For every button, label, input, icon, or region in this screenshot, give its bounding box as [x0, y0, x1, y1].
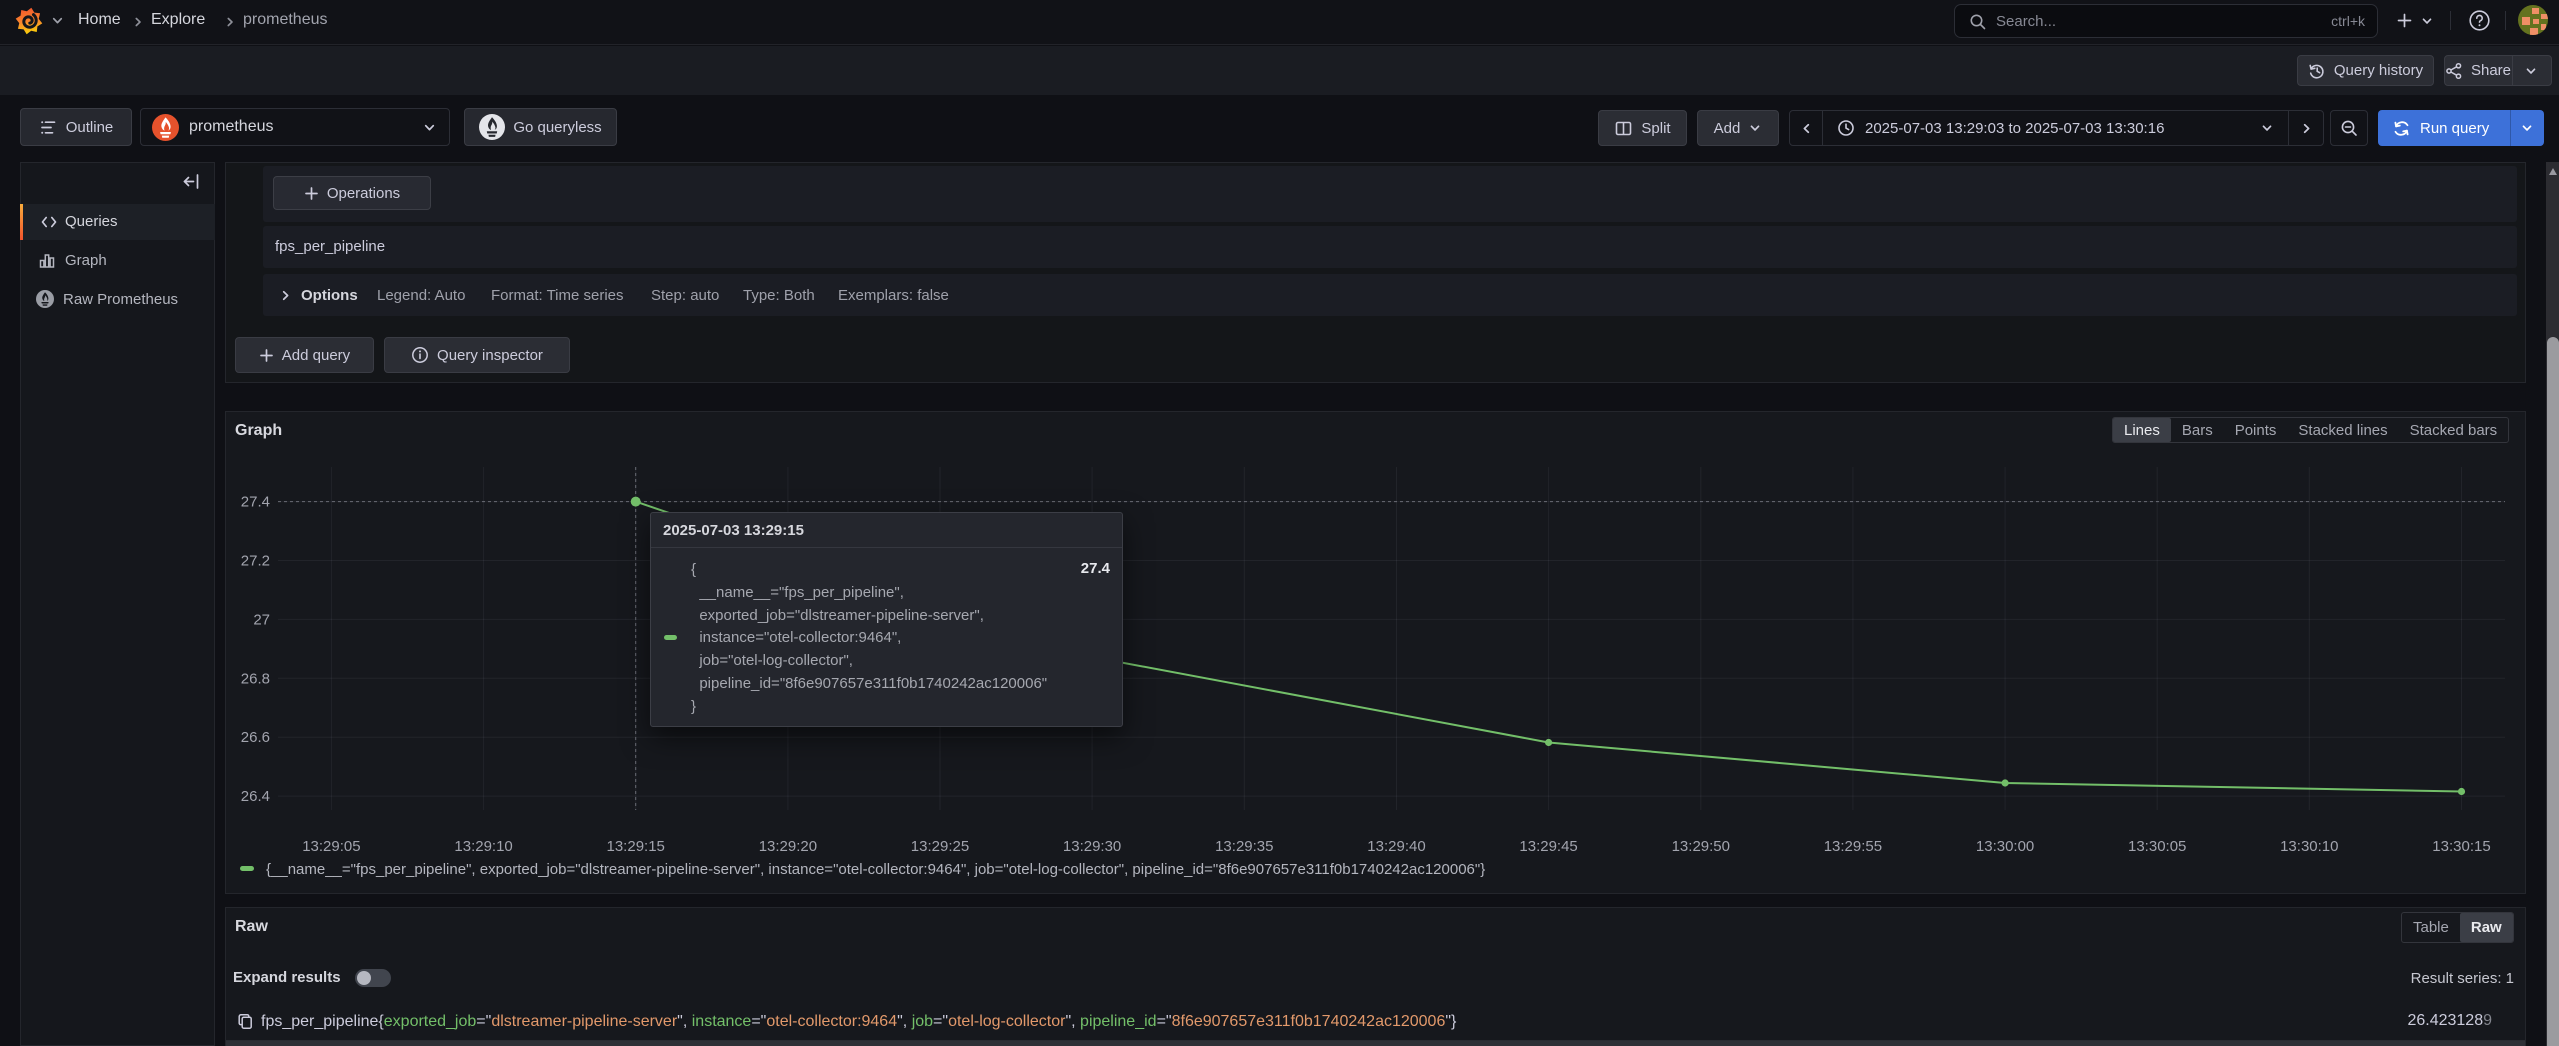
- svg-text:13:29:25: 13:29:25: [911, 838, 969, 855]
- svg-text:13:30:00: 13:30:00: [1976, 838, 2034, 855]
- svg-text:26.4: 26.4: [241, 788, 270, 805]
- svg-text:26.8: 26.8: [241, 670, 270, 687]
- svg-text:13:30:10: 13:30:10: [2280, 838, 2338, 855]
- svg-text:13:29:35: 13:29:35: [1215, 838, 1273, 855]
- svg-text:13:29:05: 13:29:05: [302, 838, 360, 855]
- svg-text:13:30:15: 13:30:15: [2432, 838, 2490, 855]
- svg-text:13:29:20: 13:29:20: [759, 838, 817, 855]
- svg-text:13:29:45: 13:29:45: [1519, 838, 1577, 855]
- svg-text:13:30:05: 13:30:05: [2128, 838, 2186, 855]
- svg-text:27.4: 27.4: [241, 494, 270, 511]
- svg-text:13:29:30: 13:29:30: [1063, 838, 1121, 855]
- svg-text:13:29:55: 13:29:55: [1824, 838, 1882, 855]
- svg-text:13:29:15: 13:29:15: [607, 838, 665, 855]
- svg-text:13:29:10: 13:29:10: [454, 838, 512, 855]
- svg-text:27: 27: [253, 611, 270, 628]
- svg-text:27.2: 27.2: [241, 553, 270, 570]
- svg-text:13:29:40: 13:29:40: [1367, 838, 1425, 855]
- svg-text:13:29:50: 13:29:50: [1672, 838, 1730, 855]
- svg-text:26.6: 26.6: [241, 729, 270, 746]
